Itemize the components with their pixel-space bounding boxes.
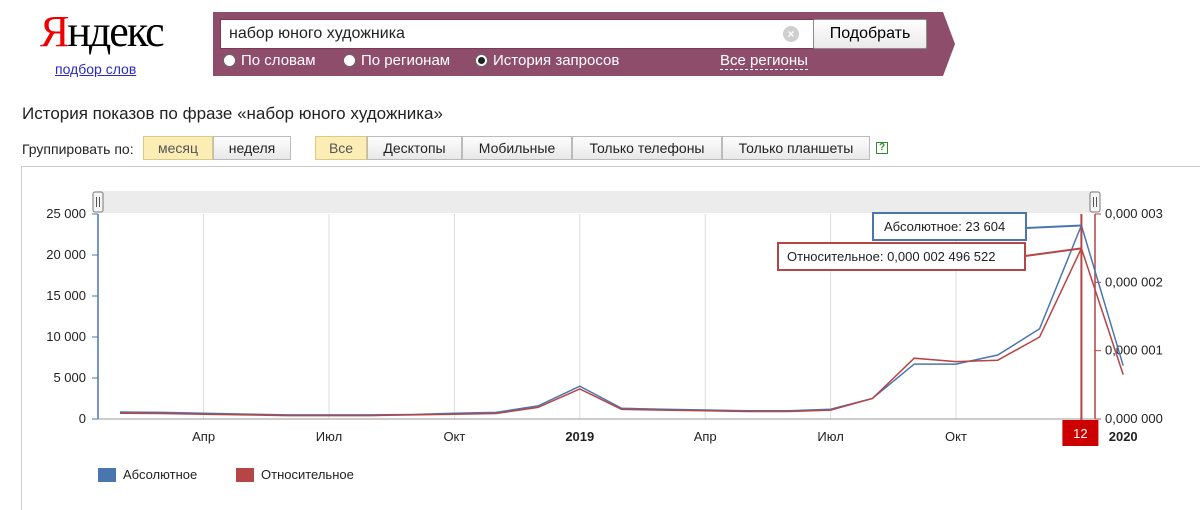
y-right-tick-label: 0,000 003 (1105, 206, 1163, 221)
legend-swatch-absolute (98, 467, 116, 482)
tooltip-absolute: Абсолютное: 23 604 (872, 212, 1082, 241)
tooltip-absolute-text: Абсолютное: 23 604 (884, 219, 1005, 234)
legend-relative[interactable]: Относительное (236, 467, 354, 482)
y-left-tick-label: 20 000 (46, 247, 86, 262)
y-left-tick-label: 10 000 (46, 329, 86, 344)
y-right-tick-label: 0,000 002 (1105, 274, 1163, 289)
legend-absolute[interactable]: Абсолютное (98, 467, 197, 482)
tooltip-relative: Относительное: 0,000 002 496 522 (777, 242, 1082, 271)
hover-x-label: 12 (1073, 426, 1087, 441)
x-tick-label: 2020 (1109, 429, 1138, 444)
y-left-tick-label: 5 000 (53, 370, 86, 385)
y-right-tick-label: 0,000 000 (1105, 411, 1163, 426)
range-handle-right[interactable] (1089, 191, 1101, 213)
x-tick-label: Июл (817, 429, 843, 444)
series-relative-line (119, 246, 1124, 417)
history-chart: 25 000 20 000 15 000 10 000 5 000 0 0,000 003 0… (46, 191, 1163, 446)
x-tick-label: 2019 (565, 429, 594, 444)
x-tick-label: Июл (316, 429, 342, 444)
tooltip-relative-pointer (1024, 247, 1082, 257)
range-handle-left[interactable] (92, 191, 104, 213)
legend-swatch-relative (236, 467, 254, 482)
x-tick-label: Окт (945, 429, 967, 444)
tooltip-absolute-pointer (1025, 224, 1082, 229)
x-tick-label: Апр (192, 429, 215, 444)
y-left-tick-label: 0 (79, 411, 86, 426)
tooltip-relative-text: Относительное: 0,000 002 496 522 (787, 249, 996, 264)
y-left-tick-label: 15 000 (46, 288, 86, 303)
x-tick-label: Апр (694, 429, 717, 444)
x-tick-label: Окт (443, 429, 465, 444)
y-left-tick-label: 25 000 (46, 206, 86, 221)
range-navigator[interactable] (98, 191, 1095, 213)
